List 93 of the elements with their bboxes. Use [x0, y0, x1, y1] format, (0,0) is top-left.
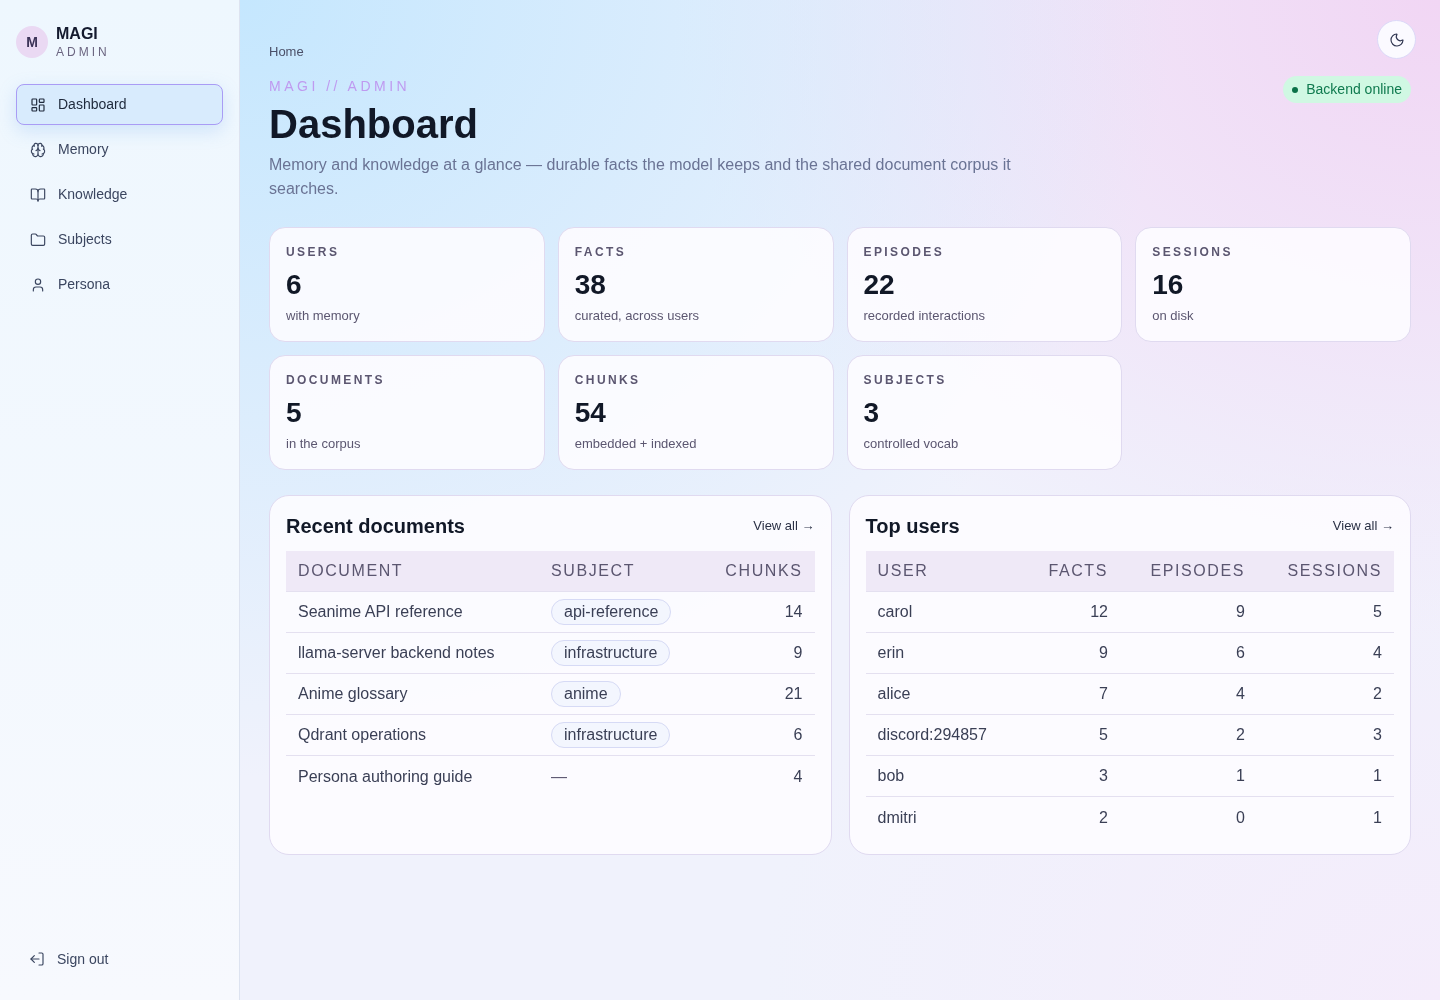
facts-cell-text: 12	[1090, 602, 1108, 622]
document-cell-text: llama-server backend notes	[298, 643, 495, 663]
facts-cell-text: 9	[1099, 643, 1108, 663]
facts-cell-text: 7	[1099, 684, 1108, 704]
dashboard-grid-icon	[30, 96, 46, 113]
column-header: EPISODES	[1150, 561, 1245, 581]
user-cell-text: dmitri	[877, 807, 917, 828]
stat-value: 3	[863, 397, 881, 429]
stat-caption: controlled vocab	[863, 435, 960, 453]
episodes-cell-text: 2	[1236, 725, 1245, 745]
subject-tag: infrastructure	[551, 640, 671, 666]
nav-item[interactable]: Persona	[16, 264, 223, 305]
sessions-cell-text: 1	[1373, 807, 1382, 828]
stat-value: 16	[1152, 269, 1185, 301]
facts-cell-text: 5	[1099, 725, 1108, 745]
subject-tag: anime	[551, 681, 621, 707]
user-cell-text: discord:294857	[877, 725, 987, 745]
breadcrumb-link[interactable]: Home	[269, 44, 1049, 60]
stat-value: 6	[286, 269, 303, 301]
stat-caption: on disk	[1152, 307, 1195, 325]
panel-title: Top users	[865, 514, 960, 539]
column-header: DOCUMENT	[298, 561, 404, 581]
stat-label: FACTS	[574, 244, 628, 260]
stat-label: EPISODES	[863, 244, 946, 260]
chunks-cell-text: 4	[793, 766, 803, 787]
user-cell-text: bob	[877, 766, 905, 786]
status-label: Backend online	[1306, 80, 1402, 99]
facts-cell-text: 3	[1099, 766, 1108, 786]
stat-value: 54	[574, 397, 607, 429]
stat-caption: recorded interactions	[863, 307, 986, 325]
column-header: USER	[877, 561, 929, 581]
episodes-cell-text: 9	[1236, 602, 1245, 622]
sessions-cell-text: 1	[1373, 766, 1382, 786]
empty-subject-text: —	[551, 766, 567, 787]
book-icon	[30, 186, 46, 203]
subject-tag: infrastructure	[551, 722, 671, 748]
chunks-cell-text: 21	[784, 684, 803, 704]
chunks-cell-text: 14	[784, 602, 803, 622]
stat-label: SUBJECTS	[863, 372, 948, 388]
user-cell-text: carol	[877, 602, 913, 622]
stat-label: SESSIONS	[1152, 244, 1234, 260]
facts-cell-text: 2	[1099, 807, 1108, 828]
theme-toggle-button[interactable]	[1377, 20, 1416, 59]
folder-icon	[30, 231, 46, 248]
document-cell-text: Persona authoring guide	[298, 766, 473, 787]
stat-caption: with memory	[286, 307, 361, 325]
brand-avatar: M	[16, 26, 48, 58]
person-icon	[30, 276, 46, 293]
document-cell-text: Seanime API reference	[298, 602, 463, 622]
brand-name: MAGI	[56, 24, 99, 44]
column-header: SESSIONS	[1287, 561, 1382, 581]
view-all-link[interactable]: View all →	[753, 516, 815, 536]
brain-icon	[30, 141, 46, 158]
user-cell-text: alice	[877, 684, 911, 704]
sign-out-button[interactable]: Sign out	[16, 939, 223, 979]
sessions-cell-text: 4	[1373, 643, 1382, 663]
panel-title: Recent documents	[286, 514, 465, 539]
document-cell-text: Anime glossary	[298, 684, 408, 704]
stat-caption: embedded + indexed	[574, 435, 698, 453]
document-cell-text: Qdrant operations	[298, 725, 427, 745]
nav-item[interactable]: Knowledge	[16, 174, 223, 215]
stat-caption: in the corpus	[286, 435, 362, 453]
sessions-cell-text: 2	[1373, 684, 1382, 704]
column-header: FACTS	[1048, 561, 1108, 581]
stat-value: 22	[863, 269, 896, 301]
episodes-cell-text: 6	[1236, 643, 1245, 663]
chunks-cell-text: 6	[793, 725, 803, 745]
episodes-cell-text: 1	[1236, 766, 1245, 786]
nav-item[interactable]: Memory	[16, 129, 223, 170]
stat-value: 38	[574, 269, 607, 301]
stat-label: DOCUMENTS	[286, 372, 386, 388]
user-cell-text: erin	[877, 643, 905, 663]
page-description: Memory and knowledge at a glance — durable facts the model keeps and the shared document corpus it searches.	[269, 155, 1012, 199]
column-header: CHUNKS	[725, 561, 803, 581]
eyebrow-text: MAGI // ADMIN	[269, 77, 412, 96]
sessions-cell-text: 5	[1373, 602, 1382, 622]
stat-label: CHUNKS	[574, 372, 642, 388]
nav-item[interactable]: Dashboard	[16, 84, 223, 125]
chunks-cell-text: 9	[793, 643, 803, 663]
stat-value: 5	[286, 397, 303, 429]
sign-out-icon	[29, 951, 45, 967]
moon-icon	[1388, 31, 1405, 48]
view-all-link[interactable]: View all →	[1332, 516, 1394, 536]
nav-item[interactable]: Subjects	[16, 219, 223, 260]
column-header: SUBJECT	[551, 561, 636, 581]
episodes-cell-text: 0	[1236, 807, 1245, 828]
sessions-cell-text: 3	[1373, 725, 1382, 745]
episodes-cell-text: 4	[1236, 684, 1245, 704]
subject-tag: api-reference	[551, 599, 672, 625]
stat-label: USERS	[286, 244, 341, 260]
brand-subtitle: ADMIN	[56, 44, 110, 60]
stat-caption: curated, across users	[574, 307, 701, 325]
page-title: Dashboard	[269, 101, 479, 148]
